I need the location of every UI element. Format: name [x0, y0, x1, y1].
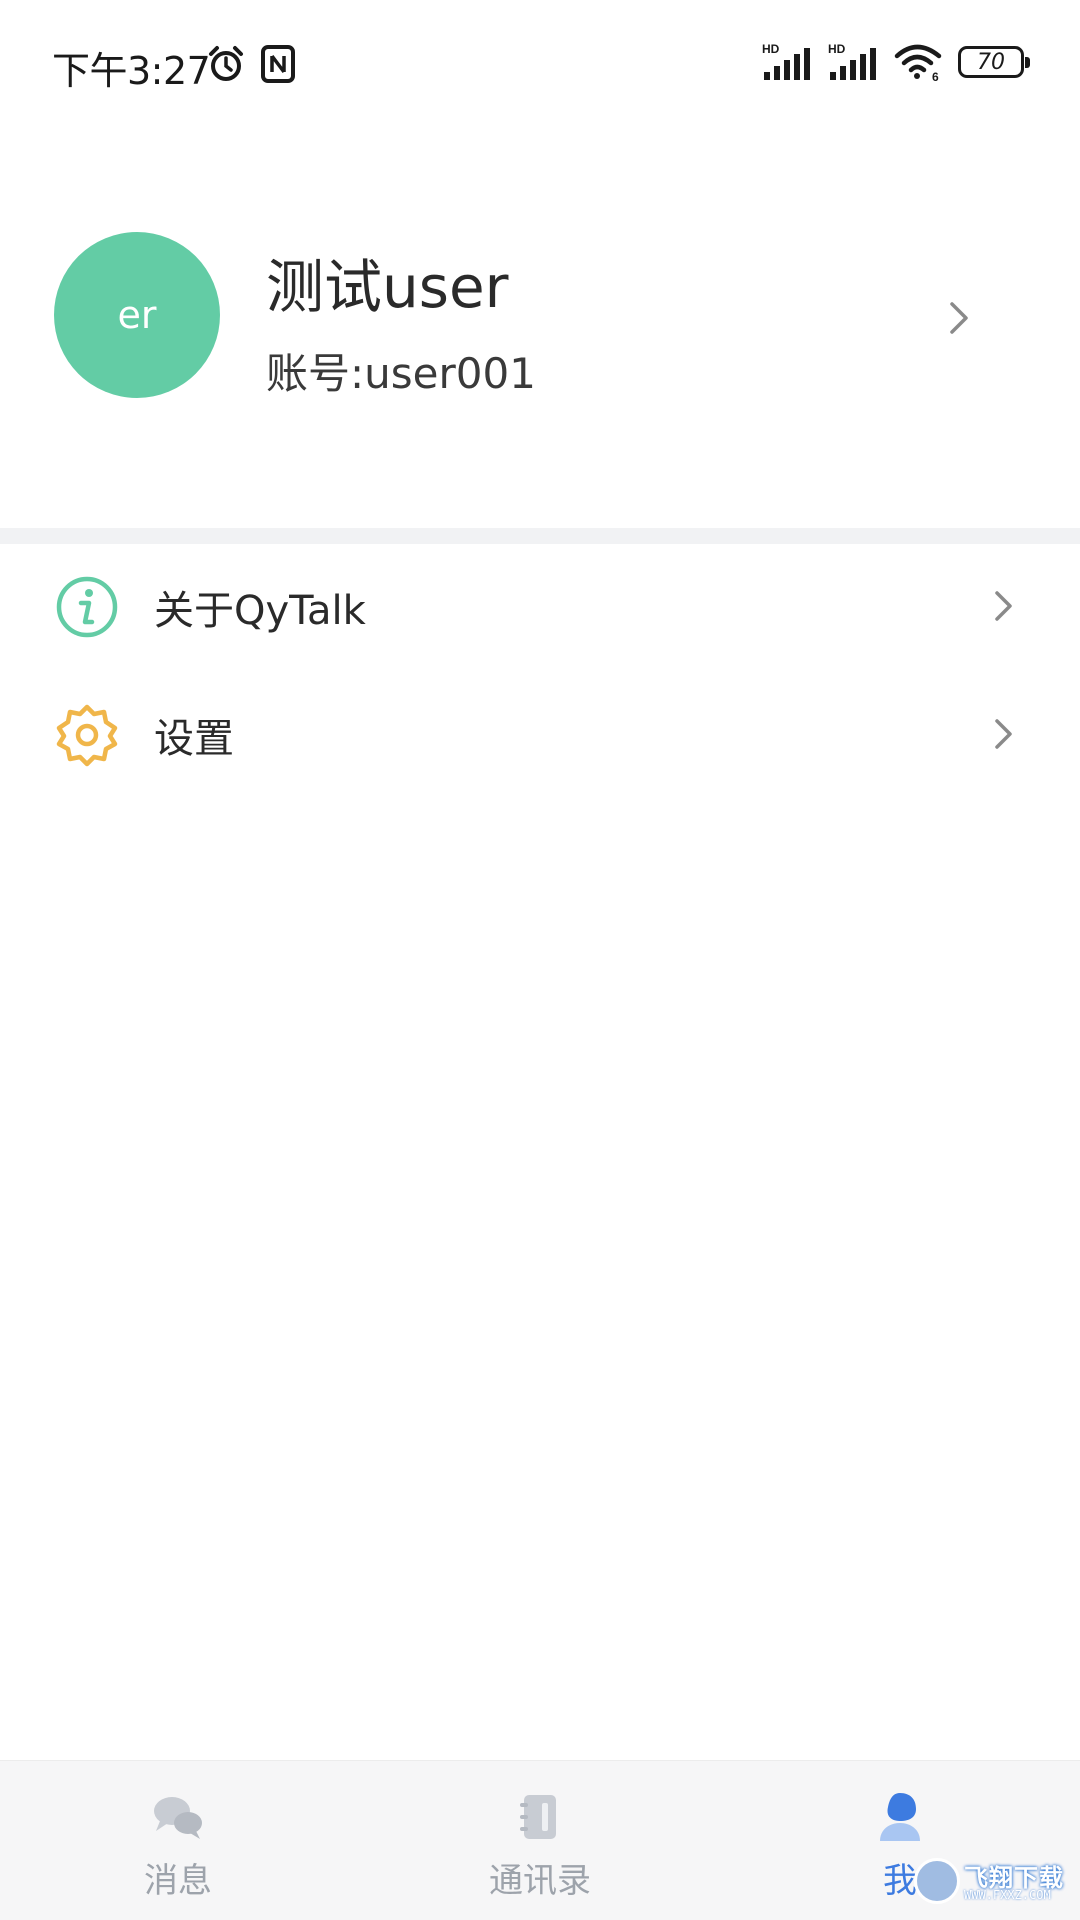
profile-name: 测试user — [266, 253, 509, 321]
hd-signal-icon: HD — [762, 42, 810, 80]
chevron-right-icon — [950, 302, 968, 334]
watermark-logo: 飞翔下载 WWW.FXXZ.COM — [914, 1856, 1070, 1910]
nav-label: 消息 — [144, 1861, 212, 1901]
menu-item-label: 设置 — [154, 716, 234, 762]
profile-card[interactable]: er 测试user 账号:user001 — [0, 200, 1080, 430]
menu-item-settings[interactable]: 设置 — [0, 672, 1080, 792]
nav-tab-messages[interactable]: 消息 — [78, 1761, 278, 1920]
battery-icon: 70 — [958, 46, 1030, 78]
section-divider — [0, 528, 1080, 544]
hd-signal-icon: HD — [828, 42, 876, 80]
avatar[interactable]: er — [54, 232, 220, 398]
nfc-icon — [261, 45, 295, 83]
watermark-circle-icon — [914, 1858, 960, 1904]
status-bar: 下午3:27 HD HD 6 70 — [0, 0, 1080, 128]
svg-text:HD: HD — [762, 42, 780, 56]
nav-label: 通讯录 — [489, 1861, 591, 1901]
nav-tab-contacts[interactable]: 通讯录 — [440, 1761, 640, 1920]
watermark-url: WWW.FXXZ.COM — [964, 1888, 1051, 1902]
contacts-icon — [520, 1795, 556, 1839]
status-time: 下午3:27 — [52, 49, 211, 93]
chevron-right-icon — [995, 719, 1012, 749]
user-icon — [880, 1793, 920, 1841]
profile-account: 账号:user001 — [266, 349, 536, 398]
menu-item-about[interactable]: 关于QyTalk — [0, 544, 1080, 664]
info-icon — [56, 576, 118, 638]
battery-level: 70 — [977, 49, 1005, 75]
alarm-icon — [209, 46, 243, 81]
menu-item-label: 关于QyTalk — [154, 588, 366, 634]
chat-icon — [154, 1797, 202, 1839]
status-right-group: HD HD 6 70 — [762, 42, 1030, 82]
chevron-right-icon — [995, 591, 1012, 621]
gear-icon — [56, 704, 118, 767]
svg-text:6: 6 — [932, 70, 939, 82]
wifi-icon: 6 — [894, 44, 942, 82]
svg-text:HD: HD — [828, 42, 846, 56]
